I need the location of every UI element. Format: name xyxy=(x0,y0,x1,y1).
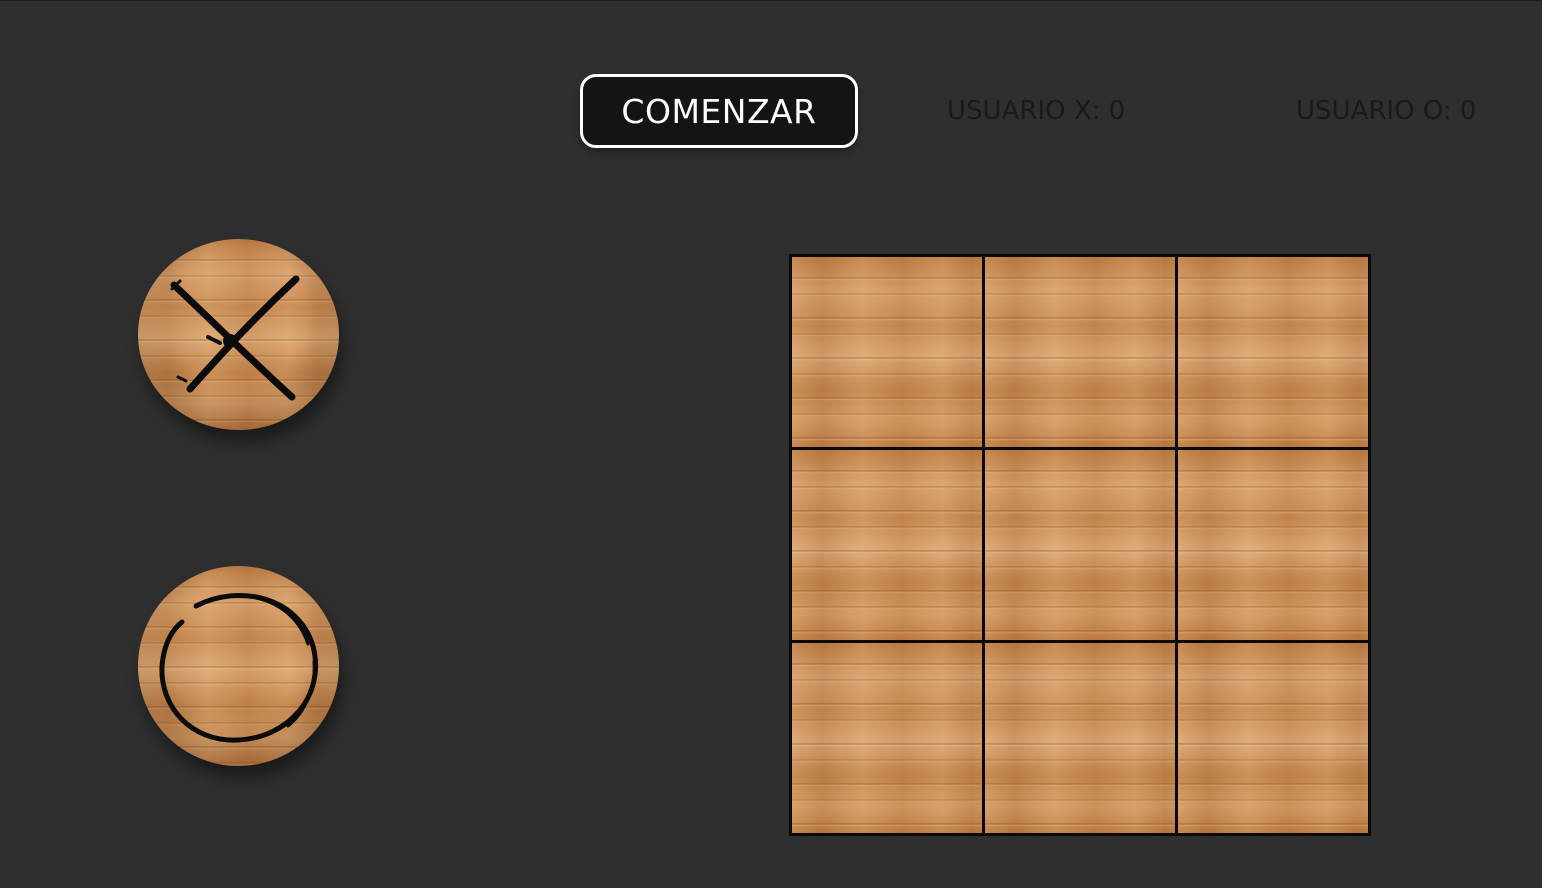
game-board xyxy=(789,254,1371,836)
start-button[interactable]: COMENZAR xyxy=(580,74,858,148)
score-user-o: USUARIO O: 0 xyxy=(1296,96,1477,126)
top-divider xyxy=(0,0,1542,1)
board-cell[interactable] xyxy=(985,643,1175,833)
board-cell[interactable] xyxy=(792,257,982,447)
score-user-x: USUARIO X: 0 xyxy=(947,96,1126,126)
board-cell[interactable] xyxy=(1178,450,1368,640)
o-mark-icon xyxy=(159,592,319,743)
board-cell[interactable] xyxy=(792,450,982,640)
board-cell[interactable] xyxy=(1178,643,1368,833)
piece-o-selector[interactable] xyxy=(138,566,339,766)
x-mark-icon xyxy=(170,275,300,401)
board-cell[interactable] xyxy=(985,257,1175,447)
piece-x-selector[interactable] xyxy=(138,239,339,430)
board-cell[interactable] xyxy=(1178,257,1368,447)
board-cell[interactable] xyxy=(985,450,1175,640)
board-cell[interactable] xyxy=(792,643,982,833)
